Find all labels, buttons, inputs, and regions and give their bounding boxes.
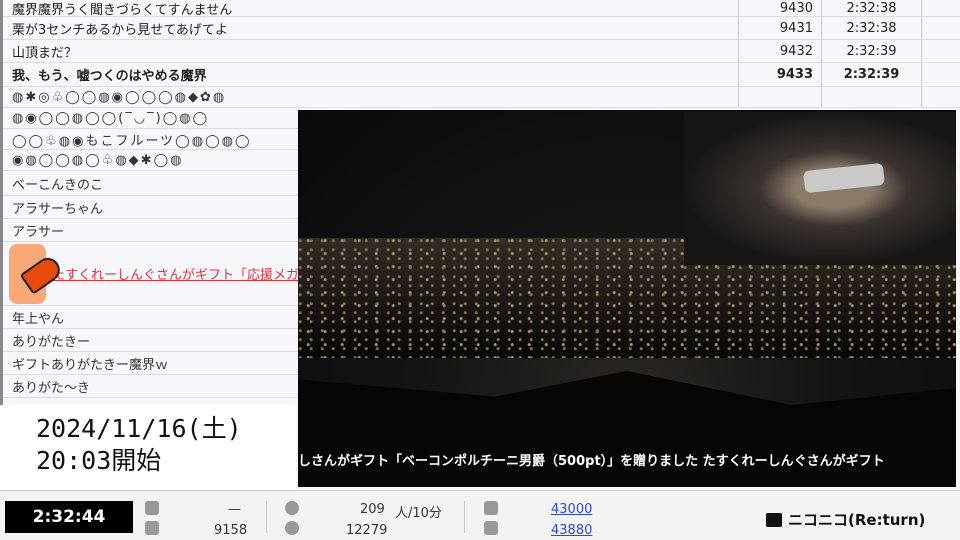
comment-total: 9158 <box>214 523 248 538</box>
start-time-line: 20:03開始 <box>36 446 162 475</box>
emoji-comment-row[interactable]: ◯◯♧◍◉もこフルーツ◯◍◯◍◯ <box>3 129 299 150</box>
extra-cell <box>921 17 960 39</box>
megaphone-icon <box>9 243 46 304</box>
comment-row[interactable]: 我、もう、嘘つくのはやめる魔界 9433 2:32:39 <box>3 63 960 87</box>
comment-icon <box>145 501 159 515</box>
divider <box>266 501 267 533</box>
comments-icon <box>145 521 159 535</box>
extra-cell <box>921 0 960 16</box>
comment-text: 魔界魔界うく聞きづらくてすんません <box>12 2 233 18</box>
comment-row[interactable]: ありがた～き <box>3 375 299 398</box>
comment-time: 2:32:38 <box>821 17 921 39</box>
logo-text: ニコニコ(Re:turn) <box>788 511 926 529</box>
comment-number: 9431 <box>738 17 821 39</box>
comment-text: 栗が3センチあるから見せてあげてよ <box>12 22 228 38</box>
emoji-comment-row[interactable]: ◍✱◎♧◯◯◍◉◯◯◯◍◆✿◍ <box>3 87 960 108</box>
comment-rate: — <box>228 502 241 517</box>
niconico-logo: ニコニコ(Re:turn) <box>766 509 925 530</box>
comment-row[interactable]: 魔界魔界うく聞きづらくてすんません 9430 2:32:38 <box>3 0 960 18</box>
comment-row[interactable]: アラサー <box>3 219 299 242</box>
comment-time: 2:32:39 <box>821 40 921 62</box>
comment-time: 2:32:38 <box>821 0 921 16</box>
date-overlay: 2024/11/16(土) 20:03開始 <box>0 405 296 490</box>
ad-icon <box>484 501 498 515</box>
webcam-inset <box>684 112 956 265</box>
comment-row[interactable]: 年上やん <box>3 306 299 329</box>
elapsed-time: 2:32:44 <box>5 501 133 533</box>
extra-cell <box>921 40 960 62</box>
emoji-text: ◍✱◎♧◯◯◍◉◯◯◯◍◆✿◍ <box>12 89 227 105</box>
divider <box>464 501 465 533</box>
emoji-comment-row[interactable]: ◉◍◯◯◍◯♧◍◆✱◯◍ <box>3 150 299 171</box>
comment-row[interactable]: ギフトありがたきー魔界ｗ <box>3 352 299 375</box>
comment-time: 2:32:39 <box>821 63 921 86</box>
gift-link[interactable]: たすくれーしんぐさんがギフト「応援メガ <box>52 264 299 283</box>
comment-row[interactable]: 山頂まだ？ 9432 2:32:39 <box>3 40 960 63</box>
comment-number: 9433 <box>738 63 821 86</box>
gift-ticker: しさんがギフト「ベーコンポルチーニ男爵（500pt）」を贈りました たすくれーし… <box>298 454 885 469</box>
face-mask <box>803 162 885 194</box>
gift-points-link[interactable]: 43880 <box>551 523 592 538</box>
viewer-icon <box>285 521 299 535</box>
comment-text: 我、もう、嘘つくのはやめる魔界 <box>12 69 207 84</box>
viewer-rate-unit: 人/10分 <box>395 506 442 521</box>
comment-row[interactable]: アラサーちゃん <box>3 196 299 219</box>
comment-number: 9430 <box>738 0 821 16</box>
tv-icon <box>766 513 782 527</box>
emoji-comment-row[interactable]: ◍◉◯◯◍◯◯(‾◡‾)◯◍◯ <box>3 108 299 129</box>
viewer-rate: 209 <box>360 502 385 517</box>
video-player[interactable]: しさんがギフト「ベーコンポルチーニ男爵（500pt）」を贈りました たすくれーし… <box>298 110 956 487</box>
comment-number: 9432 <box>738 40 821 62</box>
viewer-total: 12279 <box>346 523 388 538</box>
gift-icon <box>484 521 498 535</box>
comment-row[interactable]: べーこんきのこ <box>3 172 299 196</box>
comment-text: 山頂まだ？ <box>12 45 78 61</box>
comment-row[interactable]: ありがたきー <box>3 329 299 352</box>
viewer-rate-icon <box>285 501 299 515</box>
extra-cell <box>921 63 960 86</box>
comment-row[interactable]: 栗が3センチあるから見せてあげてよ 9431 2:32:38 <box>3 17 960 40</box>
gift-comment-row[interactable]: たすくれーしんぐさんがギフト「応援メガ <box>3 242 299 306</box>
status-bar: 2:32:44 — 9158 209 人/10分 12279 43000 438… <box>0 490 960 540</box>
date-line: 2024/11/16(土) <box>36 414 242 443</box>
ad-points-link[interactable]: 43000 <box>551 502 592 517</box>
